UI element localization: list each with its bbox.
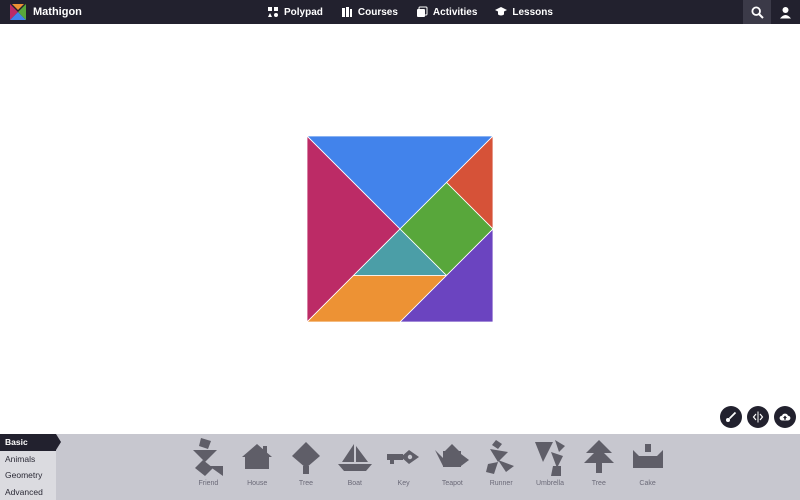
- tree-silhouette-icon: [291, 442, 320, 474]
- nav-lessons-label: Lessons: [512, 6, 553, 18]
- nav-courses[interactable]: Courses: [341, 6, 398, 18]
- shape-key[interactable]: Key: [379, 438, 428, 487]
- flip-button[interactable]: [747, 406, 769, 428]
- shape-boat-label: Boat: [347, 480, 362, 487]
- tangram-canvas[interactable]: [0, 24, 800, 434]
- cloud-upload-icon: [779, 413, 791, 421]
- brand[interactable]: Mathigon: [10, 3, 82, 21]
- search-button[interactable]: [743, 0, 771, 24]
- polypad-icon: [268, 7, 278, 17]
- shape-key-label: Key: [397, 480, 410, 487]
- runner-silhouette-icon: [486, 440, 515, 474]
- category-basic[interactable]: Basic: [0, 434, 61, 451]
- shape-boat[interactable]: Boat: [330, 438, 379, 487]
- courses-icon: [341, 7, 352, 17]
- category-geometry[interactable]: Geometry: [0, 467, 56, 484]
- nav-polypad[interactable]: Polypad: [267, 6, 323, 18]
- shape-tree-label: Tree: [298, 480, 314, 487]
- upload-button[interactable]: [774, 406, 796, 428]
- main-nav: Polypad Courses Activities Lessons: [267, 0, 571, 24]
- shape-tree[interactable]: Tree: [282, 438, 331, 487]
- nav-polypad-label: Polypad: [284, 6, 323, 18]
- user-icon: [779, 6, 791, 18]
- mathigon-logo-icon: [10, 4, 26, 20]
- shape-house-label: House: [247, 480, 268, 487]
- shape-library-panel: Basic Animals Geometry Advanced Friend H…: [0, 434, 800, 500]
- friend-silhouette-icon: [193, 438, 224, 476]
- nav-lessons[interactable]: Lessons: [495, 6, 553, 18]
- account-button[interactable]: [771, 0, 799, 24]
- nav-activities[interactable]: Activities: [416, 6, 477, 18]
- shape-tree-2-label: Tree: [591, 480, 606, 487]
- activities-icon: [416, 6, 428, 17]
- category-list: Basic Animals Geometry Advanced: [0, 434, 61, 500]
- shape-runner-label: Runner: [489, 480, 513, 487]
- shape-teapot[interactable]: Teapot: [428, 438, 477, 487]
- tangram-puzzle: [307, 136, 493, 322]
- shape-gallery: Friend House Tree Boat Key Teapot Runner…: [184, 438, 672, 487]
- shape-house[interactable]: House: [233, 438, 282, 487]
- shape-runner[interactable]: Runner: [477, 438, 526, 487]
- shape-cake[interactable]: Cake: [623, 438, 672, 487]
- app-name: Mathigon: [33, 6, 82, 18]
- category-advanced[interactable]: Advanced: [0, 484, 56, 500]
- nav-activities-label: Activities: [432, 6, 478, 18]
- shape-cake-label: Cake: [639, 480, 656, 487]
- key-silhouette-icon: [386, 450, 419, 464]
- flip-icon: [752, 411, 764, 423]
- search-icon: [750, 5, 764, 19]
- house-silhouette-icon: [242, 444, 273, 469]
- teapot-silhouette-icon: [435, 444, 470, 467]
- shape-teapot-label: Teapot: [441, 480, 463, 487]
- brush-icon: [726, 411, 737, 422]
- lessons-icon: [495, 7, 508, 16]
- category-animals[interactable]: Animals: [0, 451, 56, 468]
- tree-pine-silhouette-icon: [583, 440, 614, 473]
- brush-button[interactable]: [720, 406, 742, 428]
- umbrella-silhouette-icon: [534, 440, 565, 476]
- nav-courses-label: Courses: [357, 6, 398, 18]
- shape-friend[interactable]: Friend: [184, 438, 233, 487]
- top-navigation-bar: Mathigon Polypad Courses Activities Less…: [0, 0, 800, 24]
- shape-umbrella[interactable]: Umbrella: [526, 438, 575, 487]
- shape-tree-2[interactable]: Tree: [574, 438, 623, 487]
- shape-umbrella-label: Umbrella: [535, 480, 564, 487]
- boat-silhouette-icon: [337, 444, 372, 471]
- cake-silhouette-icon: [632, 444, 663, 468]
- shape-friend-label: Friend: [198, 480, 219, 487]
